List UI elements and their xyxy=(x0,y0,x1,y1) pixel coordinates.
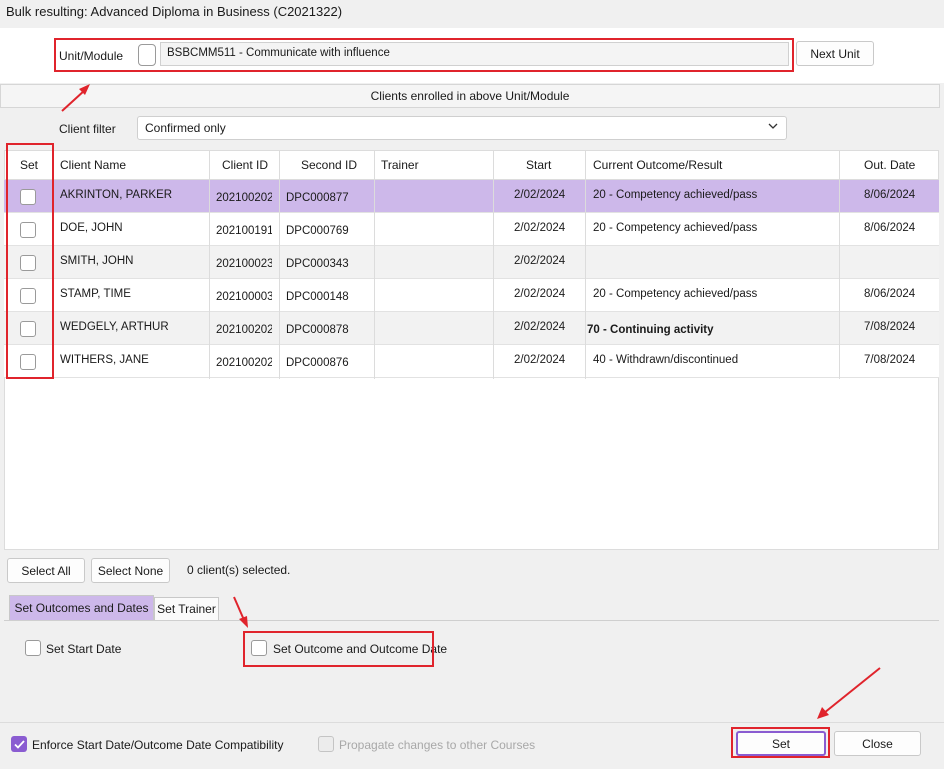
set-arrow-icon xyxy=(817,667,881,719)
